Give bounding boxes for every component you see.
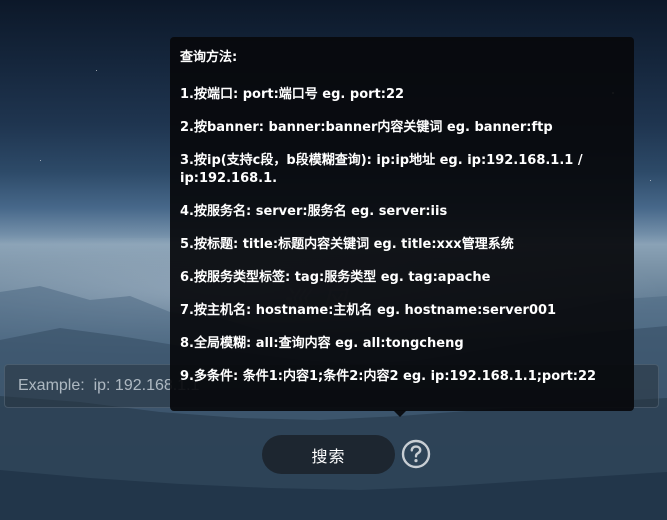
search-page: 巡风 查询方法: 1.按端口: port:端口号 eg. port:22 2.按… xyxy=(0,0,667,520)
tooltip-line-title: 5.按标题: title:标题内容关键词 eg. title:xxx管理系统 xyxy=(180,237,514,252)
tooltip-line-banner: 2.按banner: banner:banner内容关键词 eg. banner… xyxy=(180,120,553,135)
search-button[interactable]: 搜索 xyxy=(262,435,395,474)
tooltip-line-hostname: 7.按主机名: hostname:主机名 eg. hostname:server… xyxy=(180,303,557,318)
tooltip-line-all: 8.全局模糊: all:查询内容 eg. all:tongcheng xyxy=(180,336,464,351)
tooltip-line-ip: 3.按ip(支持c段，b段模糊查询): ip:ip地址 eg. ip:192.1… xyxy=(180,153,583,186)
tooltip-line-server: 4.按服务名: server:服务名 eg. server:iis xyxy=(180,204,448,219)
tooltip-line-tag: 6.按服务类型标签: tag:服务类型 eg. tag:apache xyxy=(180,270,491,285)
tooltip-arrow xyxy=(393,410,407,417)
tooltip-title: 查询方法: xyxy=(180,50,238,65)
help-tooltip: 查询方法: 1.按端口: port:端口号 eg. port:22 2.按ban… xyxy=(170,37,634,411)
tooltip-line-multi: 9.多条件: 条件1:内容1;条件2:内容2 eg. ip:192.168.1.… xyxy=(180,369,597,384)
tooltip-line-port: 1.按端口: port:端口号 eg. port:22 xyxy=(180,87,405,102)
question-circle-icon[interactable] xyxy=(401,439,431,469)
